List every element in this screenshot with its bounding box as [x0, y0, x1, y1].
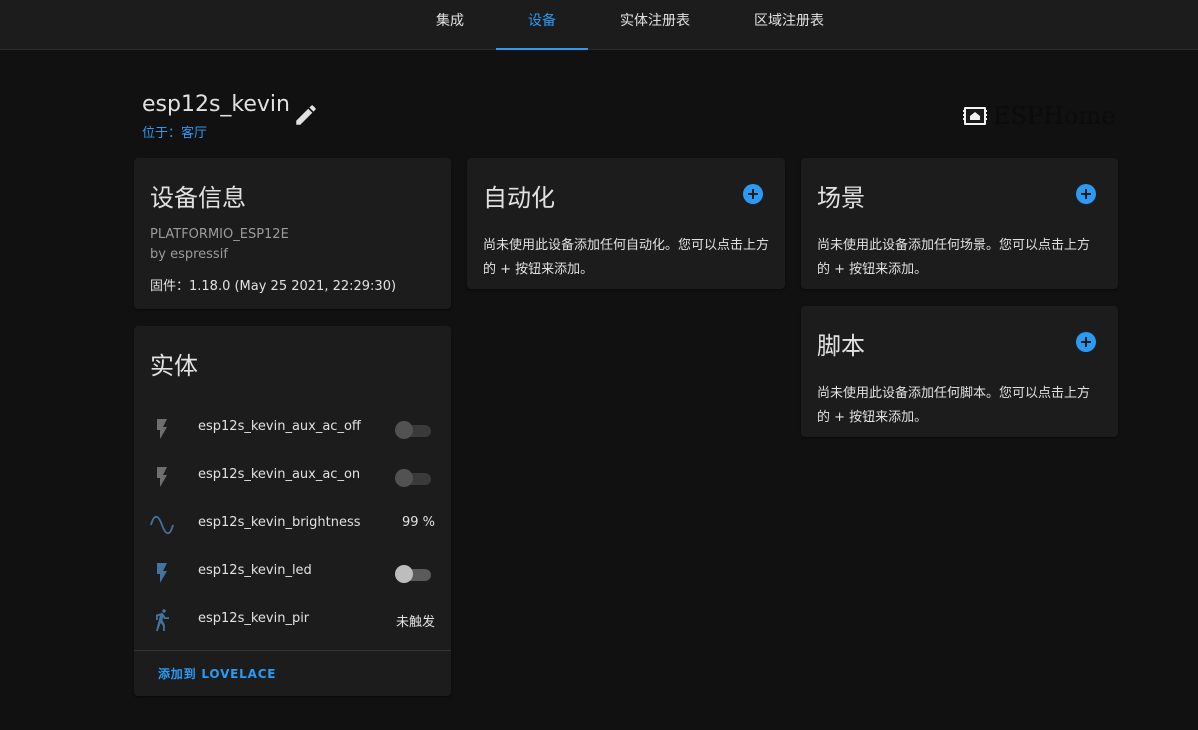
integration-brand: ESPHome [963, 100, 1115, 132]
entities-card: 实体 esp12s_kevin_aux_ac_off esp12s_kevin_… [134, 326, 451, 696]
entity-row[interactable]: esp12s_kevin_led [134, 549, 451, 597]
entity-toggle[interactable] [395, 421, 431, 439]
device-info-card: 设备信息 PLATFORMIO_ESP12E by espressif 固件：1… [134, 158, 451, 309]
sine-wave-icon [150, 515, 174, 535]
scripts-empty-text: 尚未使用此设备添加任何脚本。您可以点击上方的 + 按钮来添加。 [817, 386, 1091, 425]
toggle-knob [395, 469, 413, 487]
edit-device-button[interactable] [293, 102, 319, 128]
entity-row[interactable]: esp12s_kevin_pir 未触发 [134, 597, 451, 645]
entity-name: esp12s_kevin_led [198, 563, 312, 578]
tab-integrations[interactable]: 集成 [410, 0, 490, 49]
device-manufacturer: by espressif [150, 247, 228, 262]
automations-empty-text: 尚未使用此设备添加任何自动化。您可以点击上方的 + 按钮来添加。 [483, 238, 770, 277]
entities-title: 实体 [150, 352, 198, 380]
entity-row[interactable]: esp12s_kevin_aux_ac_off [134, 405, 451, 453]
scenes-title: 场景 [817, 184, 865, 212]
scenes-empty-text: 尚未使用此设备添加任何场景。您可以点击上方的 + 按钮来添加。 [817, 238, 1091, 277]
entity-name: esp12s_kevin_pir [198, 611, 310, 626]
top-tab-bar: 集成 设备 实体注册表 区域注册表 [0, 0, 1198, 50]
device-info-title: 设备信息 [150, 184, 246, 212]
device-name: esp12s_kevin [142, 92, 290, 117]
entity-row[interactable]: esp12s_kevin_aux_ac_on [134, 453, 451, 501]
tab-entity-registry[interactable]: 实体注册表 [606, 0, 704, 49]
entity-name: esp12s_kevin_brightness [198, 515, 361, 530]
toggle-knob [395, 565, 413, 583]
automations-title: 自动化 [483, 184, 555, 212]
walk-icon [156, 609, 169, 631]
pencil-icon [296, 105, 316, 125]
entity-state: 99 % [401, 515, 435, 530]
flash-icon [157, 419, 167, 439]
entity-toggle[interactable] [395, 469, 431, 487]
add-automation-button[interactable] [743, 184, 763, 204]
esphome-logo-icon [963, 107, 987, 125]
device-model: PLATFORMIO_ESP12E [150, 227, 289, 242]
entity-toggle[interactable] [395, 565, 431, 583]
add-script-button[interactable] [1076, 332, 1096, 352]
entity-state: 未触发 [395, 615, 435, 630]
integration-brand-name: ESPHome [993, 102, 1116, 130]
automations-card: 自动化 尚未使用此设备添加任何自动化。您可以点击上方的 + 按钮来添加。 [467, 158, 785, 289]
entity-row[interactable]: esp12s_kevin_brightness 99 % [134, 501, 451, 549]
add-scene-button[interactable] [1076, 184, 1096, 204]
scripts-card: 脚本 尚未使用此设备添加任何脚本。您可以点击上方的 + 按钮来添加。 [801, 306, 1118, 437]
flash-icon [157, 563, 167, 583]
scenes-card: 场景 尚未使用此设备添加任何场景。您可以点击上方的 + 按钮来添加。 [801, 158, 1118, 289]
device-firmware: 固件：1.18.0 (May 25 2021, 22:29:30) [150, 279, 397, 294]
flash-icon [157, 467, 167, 487]
card-divider [134, 650, 451, 651]
tab-devices[interactable]: 设备 [496, 0, 588, 50]
device-location-link[interactable]: 位于：客厅 [142, 122, 207, 141]
toggle-knob [395, 421, 413, 439]
tab-area-registry[interactable]: 区域注册表 [740, 0, 838, 49]
entity-name: esp12s_kevin_aux_ac_on [198, 467, 361, 482]
entity-name: esp12s_kevin_aux_ac_off [198, 419, 361, 434]
scripts-title: 脚本 [817, 332, 865, 360]
add-to-lovelace-button[interactable]: 添加到 LOVELACE [150, 664, 284, 684]
